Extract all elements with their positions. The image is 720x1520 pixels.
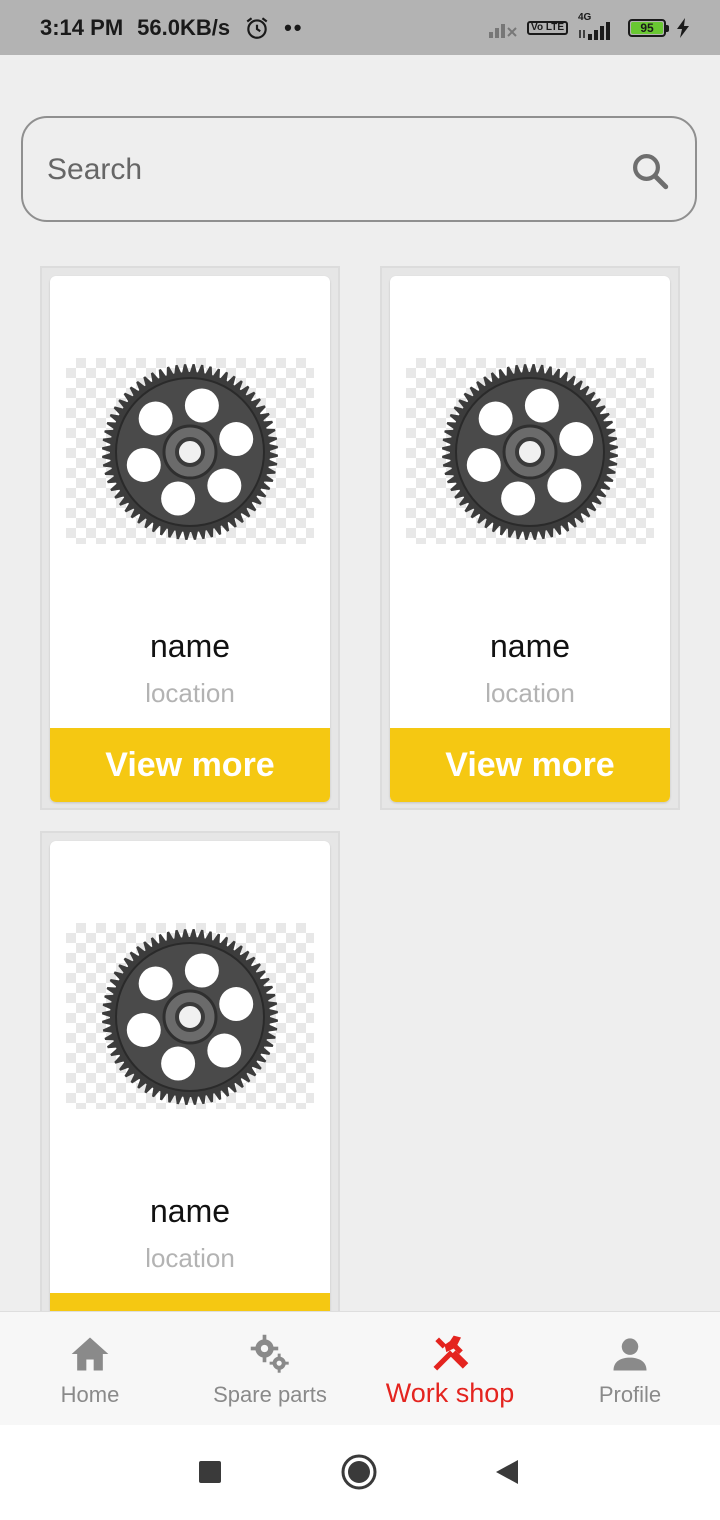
system-nav <box>0 1425 720 1520</box>
recents-button[interactable] <box>198 1460 222 1484</box>
workshop-card: name location View more <box>380 266 680 810</box>
card-name: name <box>489 628 571 664</box>
volte-icon: Vo LTE <box>527 20 568 35</box>
gears-icon <box>250 1334 289 1373</box>
card-location: location <box>145 678 235 708</box>
card-body[interactable]: name location View more <box>50 841 330 1313</box>
status-left: 3:14 PM 56.0KB/s •• <box>40 0 304 55</box>
bottom-nav: Home Spare parts Work shop Profile <box>0 1311 720 1426</box>
gear-icon <box>442 364 618 540</box>
gear-icon <box>102 364 278 540</box>
person-icon <box>613 1338 647 1371</box>
status-time: 3:14 PM <box>40 14 124 40</box>
nav-label-spare-parts: Spare parts <box>213 1382 327 1407</box>
workshop-card: name location View more <box>40 831 340 1313</box>
battery-icon: 95 <box>628 18 669 37</box>
status-bar: 3:14 PM 56.0KB/s •• Vo LTE 4G 95 <box>0 0 720 55</box>
nav-label-profile: Profile <box>598 1382 662 1407</box>
workshop-card: name location View more <box>40 266 340 810</box>
search-icon[interactable] <box>629 150 671 192</box>
status-right: Vo LTE 4G 95 <box>489 0 690 55</box>
notification-dots: •• <box>284 14 304 40</box>
home-button[interactable] <box>340 1453 378 1491</box>
nav-label-work-shop: Work shop <box>385 1378 515 1408</box>
battery-level: 95 <box>631 21 663 34</box>
back-button[interactable] <box>494 1458 520 1486</box>
network-speed: 56.0KB/s <box>137 14 231 40</box>
view-more-button[interactable]: View more <box>390 728 670 802</box>
home-icon <box>71 1337 109 1371</box>
card-location: location <box>485 678 575 708</box>
product-image <box>406 358 654 544</box>
card-body[interactable]: name location View more <box>50 276 330 802</box>
nav-item-profile[interactable]: Profile <box>540 1312 720 1426</box>
product-image <box>66 358 314 544</box>
card-body[interactable]: name location View more <box>390 276 670 802</box>
nav-label-home: Home <box>60 1382 120 1407</box>
signal-off-icon <box>489 23 517 38</box>
view-more-button[interactable]: View more <box>50 1293 330 1313</box>
search-input[interactable] <box>45 146 609 194</box>
card-name: name <box>149 1193 231 1229</box>
alarm-icon <box>246 16 268 39</box>
nav-item-home[interactable]: Home <box>0 1312 180 1426</box>
charging-icon <box>677 17 689 38</box>
nav-item-spare-parts[interactable]: Spare parts <box>180 1312 360 1426</box>
card-name: name <box>149 628 231 664</box>
card-location: location <box>145 1243 235 1273</box>
product-image <box>66 923 314 1109</box>
nav-item-work-shop[interactable]: Work shop <box>360 1312 540 1426</box>
view-more-button[interactable]: View more <box>50 728 330 802</box>
signal-icon: 4G <box>578 12 618 40</box>
tools-icon <box>433 1335 469 1371</box>
search-box[interactable] <box>21 116 697 222</box>
gear-icon <box>102 929 278 1105</box>
